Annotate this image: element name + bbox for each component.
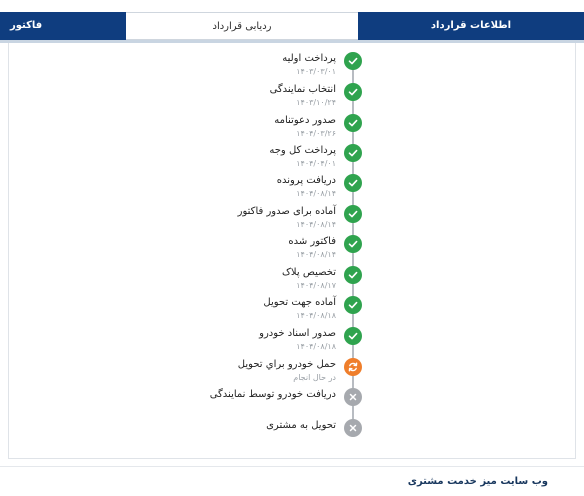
check-icon: [344, 144, 362, 162]
step-title: تخصیص پلاک: [281, 267, 336, 278]
step-title: دریافت پرونده: [276, 175, 336, 186]
step-date: ۱۴۰۴/۰۳/۲۶: [296, 129, 336, 138]
timeline-step: انتخاب نمایندگی ۱۴۰۳/۱۰/۲۴: [0, 83, 584, 113]
step-date: ۱۴۰۴/۰۸/۱۴: [296, 189, 336, 198]
tab-contract-tracking[interactable]: ردیابی قرارداد: [126, 12, 358, 40]
step-date: ۱۴۰۴/۰۸/۱۸: [296, 311, 336, 320]
check-icon: [344, 266, 362, 284]
tab-bar: اطلاعات قرارداد ردیابی قرارداد فاکتور: [0, 12, 584, 40]
close-icon: [344, 388, 362, 406]
check-icon: [344, 235, 362, 253]
check-icon: [344, 205, 362, 223]
step-title: فاکتور شده: [288, 236, 336, 247]
step-date: ۱۴۰۴/۰۸/۱۸: [296, 342, 336, 351]
check-icon: [344, 83, 362, 101]
close-icon: [344, 419, 362, 437]
step-date: ۱۴۰۴/۰۸/۱۷: [296, 281, 336, 290]
check-icon: [344, 52, 362, 70]
timeline-step: صدور اسناد خودرو ۱۴۰۴/۰۸/۱۸: [0, 327, 584, 357]
footer-title: وب سایت میز خدمت مشتری: [407, 476, 548, 487]
timeline-step: دریافت پرونده ۱۴۰۴/۰۸/۱۴: [0, 174, 584, 204]
timeline-step: دریافت خودرو توسط نمایندگی: [0, 388, 584, 418]
step-title: حمل خودرو براي تحويل: [237, 359, 336, 370]
step-date: ۱۴۰۴/۰۸/۱۴: [296, 250, 336, 259]
step-date: ۱۴۰۳/۰۳/۰۱: [296, 67, 336, 76]
timeline-step: صدور دعوتنامه ۱۴۰۴/۰۳/۲۶: [0, 114, 584, 144]
step-date: ۱۴۰۳/۱۰/۲۴: [296, 98, 336, 107]
timeline-step: پرداخت اولیه ۱۴۰۳/۰۳/۰۱: [0, 52, 584, 82]
step-date: ۱۴۰۴/۰۸/۱۴: [296, 220, 336, 229]
check-icon: [344, 114, 362, 132]
tab-contract-info[interactable]: اطلاعات قرارداد: [358, 12, 584, 40]
check-icon: [344, 327, 362, 345]
step-title: دریافت خودرو توسط نمایندگی: [209, 389, 336, 400]
tab-invoice[interactable]: فاکتور: [0, 12, 126, 40]
timeline-step: آماده جهت تحویل ۱۴۰۴/۰۸/۱۸: [0, 296, 584, 326]
check-icon: [344, 174, 362, 192]
step-date: ۱۴۰۴/۰۴/۰۱: [296, 159, 336, 168]
timeline-step: پرداخت کل وجه ۱۴۰۴/۰۴/۰۱: [0, 144, 584, 174]
timeline-step: فاکتور شده ۱۴۰۴/۰۸/۱۴: [0, 235, 584, 265]
step-title: آماده جهت تحویل: [263, 297, 336, 308]
timeline-step: حمل خودرو براي تحويل در حال انجام: [0, 358, 584, 388]
check-icon: [344, 296, 362, 314]
step-title: پرداخت کل وجه: [269, 145, 336, 156]
timeline-step: آماده برای صدور فاکتور ۱۴۰۴/۰۸/۱۴: [0, 205, 584, 235]
timeline-step: تخصیص پلاک ۱۴۰۴/۰۸/۱۷: [0, 266, 584, 296]
step-title: آماده برای صدور فاکتور: [237, 206, 336, 217]
footer-divider: [0, 466, 584, 467]
step-title: پرداخت اولیه: [282, 53, 336, 64]
step-title: انتخاب نمایندگی: [269, 84, 336, 95]
step-title: تحویل به مشتری: [266, 420, 336, 431]
timeline-step: تحویل به مشتری: [0, 419, 584, 449]
step-status: در حال انجام: [293, 373, 336, 382]
step-title: صدور اسناد خودرو: [259, 328, 336, 339]
sync-icon: [344, 358, 362, 376]
step-title: صدور دعوتنامه: [274, 115, 336, 126]
